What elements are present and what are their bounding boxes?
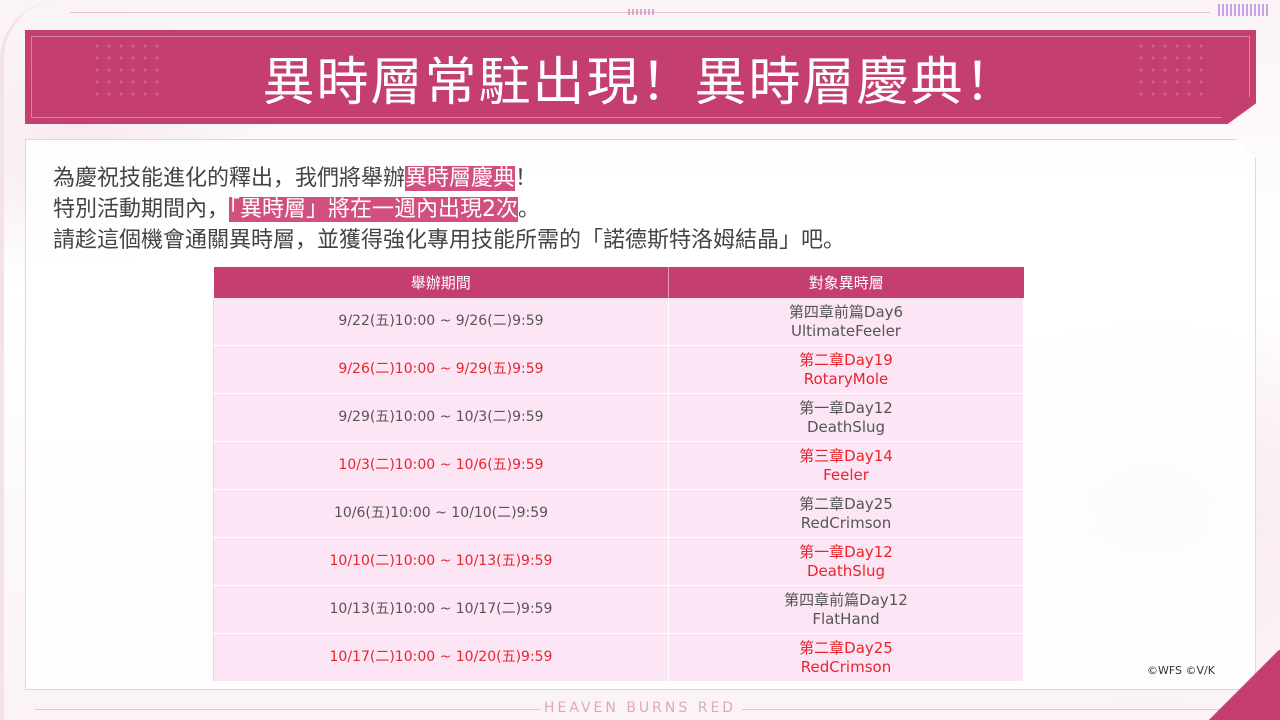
table-row: 9/29(五)10:00 ~ 10/3(二)9:59 第一章Day12 DeathS…: [213, 393, 1024, 442]
target-cell: 第一章Day12 DeathSlug: [668, 537, 1024, 586]
period-cell: 10/6(五)10:00 ~ 10/10(二)9:59: [213, 489, 669, 538]
table-body: 9/22(五)10:00 ~ 9/26(二)9:59 第四章前篇Day6 Ultim…: [213, 298, 1024, 682]
corner-decoration: [1190, 650, 1280, 720]
intro-line-2-text: 特別活動期間內，: [53, 197, 230, 222]
target-chapter: 第四章前篇Day6: [788, 302, 904, 321]
top-center-decoration: [628, 9, 656, 15]
page-title: 異時層常駐出現！異時層慶典！: [262, 52, 1019, 113]
period-cell: 9/22(五)10:00 ~ 9/26(二)9:59: [213, 298, 669, 346]
target-chapter: 第一章Day12: [799, 398, 893, 417]
target-chapter: 第二章Day19: [799, 350, 893, 369]
period-cell: 10/10(二)10:00 ~ 10/13(五)9:59: [213, 537, 669, 586]
target-cell: 第二章Day25 RedCrimson: [668, 489, 1024, 538]
table-row: 10/10(二)10:00 ~ 10/13(五)9:59 第一章Day12 Deat…: [213, 537, 1024, 586]
intro-highlight-festival: 異時層慶典: [405, 166, 516, 191]
title-banner: 異時層常駐出現！異時層慶典！: [25, 30, 1256, 124]
target-boss: DeathSlug: [806, 561, 886, 580]
target-boss: FlatHand: [812, 609, 880, 628]
target-chapter: 第二章Day25: [799, 494, 893, 513]
target-boss: DeathSlug: [806, 417, 886, 436]
header-target: 對象異時層: [668, 267, 1024, 298]
period-cell: 9/29(五)10:00 ~ 10/3(二)9:59: [213, 393, 669, 442]
table-row: 10/6(五)10:00 ~ 10/10(二)9:59 第二章Day25 RedCr…: [213, 489, 1024, 538]
table-row: 9/22(五)10:00 ~ 9/26(二)9:59 第四章前篇Day6 Ultim…: [213, 298, 1024, 346]
table-row: 10/3(二)10:00 ~ 10/6(五)9:59 第三章Day14 Feeler: [213, 441, 1024, 490]
top-right-bars-decoration: [1218, 4, 1270, 16]
table-row: 9/26(二)10:00 ~ 9/29(五)9:59 第二章Day19 Rotary…: [213, 345, 1024, 394]
target-cell: 第三章Day14 Feeler: [668, 441, 1024, 490]
target-cell: 第二章Day19 RotaryMole: [668, 345, 1024, 394]
table-row: 10/13(五)10:00 ~ 10/17(二)9:59 第四章前篇Day12 Fl…: [213, 585, 1024, 634]
target-chapter: 第一章Day12: [799, 542, 893, 561]
footer-brand: HEAVEN BURNS RED: [543, 700, 737, 716]
target-boss: RedCrimson: [800, 513, 892, 532]
target-boss: UltimateFeeler: [791, 321, 901, 340]
intro-highlight-twice-weekly: 「異時層」將在一週內出現2次: [229, 197, 519, 222]
target-cell: 第四章前篇Day12 FlatHand: [668, 585, 1024, 634]
intro-line-1-text: 為慶祝技能進化的釋出，我們將舉辦: [53, 166, 406, 191]
intro-line-2-end: 。: [518, 197, 541, 222]
target-boss: RotaryMole: [803, 369, 889, 388]
table-row: 10/17(二)10:00 ~ 10/20(五)9:59 第二章Day25 RedC…: [213, 633, 1024, 682]
period-cell: 10/17(二)10:00 ~ 10/20(五)9:59: [213, 633, 669, 682]
target-chapter: 第三章Day14: [799, 446, 893, 465]
table-header-row: 舉辦期間 對象異時層: [213, 267, 1024, 298]
target-cell: 第二章Day25 RedCrimson: [668, 633, 1024, 682]
footer-rule-right: [742, 709, 1237, 710]
intro-line-1-end: ！: [515, 166, 538, 191]
target-boss: RedCrimson: [800, 657, 892, 676]
intro-line-2: 特別活動期間內，「異時層」將在一週內出現2次。: [53, 194, 845, 225]
target-cell: 第一章Day12 DeathSlug: [668, 393, 1024, 442]
period-cell: 10/3(二)10:00 ~ 10/6(五)9:59: [213, 441, 669, 490]
intro-line-3: 請趁這個機會通關異時層，並獲得強化專用技能所需的「諾德斯特洛姆結晶」吧。: [53, 228, 846, 253]
target-boss: Feeler: [823, 465, 869, 484]
period-cell: 9/26(二)10:00 ~ 9/29(五)9:59: [213, 345, 669, 394]
footer-rule-left: [35, 709, 540, 710]
intro-line-1: 為慶祝技能進化的釋出，我們將舉辦異時層慶典！: [53, 163, 845, 194]
intro-text: 為慶祝技能進化的釋出，我們將舉辦異時層慶典！ 特別活動期間內，「異時層」將在一週…: [53, 163, 845, 256]
target-cell: 第四章前篇Day6 UltimateFeeler: [668, 298, 1024, 346]
target-chapter: 第四章前篇Day12: [784, 590, 908, 609]
schedule-table: 舉辦期間 對象異時層 9/22(五)10:00 ~ 9/26(二)9:59 第四章…: [213, 267, 1024, 682]
target-chapter: 第二章Day25: [799, 638, 893, 657]
period-cell: 10/13(五)10:00 ~ 10/17(二)9:59: [213, 585, 669, 634]
header-period: 舉辦期間: [213, 267, 669, 298]
